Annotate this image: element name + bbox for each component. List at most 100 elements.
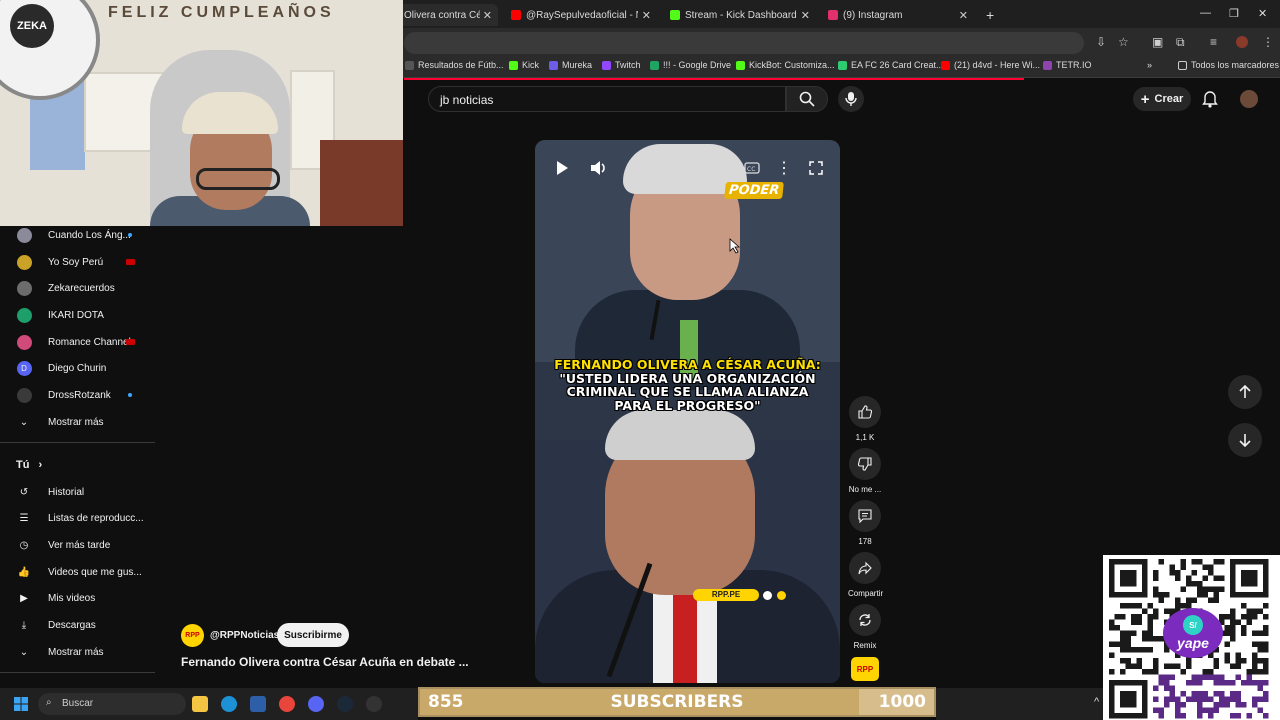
- tab-instagram[interactable]: (9) Instagram ✕: [822, 4, 974, 26]
- account-avatar[interactable]: [1240, 90, 1258, 108]
- chevron-up-icon[interactable]: ^: [1094, 696, 1099, 708]
- close-icon[interactable]: ✕: [959, 9, 968, 22]
- bookmark-star-icon[interactable]: ☆: [1118, 35, 1129, 49]
- comment-count: 178: [858, 537, 872, 546]
- sidebar-item-drossrotzank[interactable]: DrossRotzank: [0, 382, 155, 408]
- windows-start-icon[interactable]: [14, 697, 28, 711]
- watermark-dot: [763, 591, 772, 600]
- channel-handle[interactable]: @RPPNoticias: [210, 630, 279, 641]
- discord-icon[interactable]: [308, 696, 324, 712]
- search-button[interactable]: [786, 86, 828, 112]
- bookmark-tetrio[interactable]: TETR.IO: [1043, 60, 1092, 70]
- share-button[interactable]: Compartir: [848, 552, 883, 598]
- bookmark-kickbot[interactable]: KickBot: Customiza...: [736, 60, 835, 70]
- edge-icon[interactable]: [221, 696, 237, 712]
- address-bar[interactable]: [404, 32, 1084, 54]
- subscriber-goal-bar: SUBSCRIBERS 855 1000: [418, 687, 936, 717]
- sidebar-item-romance-channel[interactable]: Romance Channel: [0, 329, 155, 355]
- sidebar-item-history[interactable]: ↺ Historial: [0, 479, 155, 505]
- obs-icon[interactable]: [366, 696, 382, 712]
- fullscreen-button[interactable]: [804, 156, 828, 180]
- sidebar-item-ikari-dota[interactable]: IKARI DOTA: [0, 302, 155, 328]
- profile-icon[interactable]: [1236, 36, 1248, 48]
- remix-button[interactable]: Remix: [848, 604, 882, 650]
- search-icon: [799, 91, 815, 107]
- dislike-button[interactable]: No me ...: [848, 448, 882, 494]
- shorts-player[interactable]: PODER FERNANDO OLIVERA A CÉSAR ACUÑA: "U…: [535, 140, 840, 683]
- mouse-cursor-icon: [728, 238, 741, 259]
- show-more-subscriptions[interactable]: ⌄ Mostrar más: [0, 409, 155, 435]
- store-icon[interactable]: [250, 696, 266, 712]
- channel-avatar: [16, 254, 32, 270]
- volume-button[interactable]: [587, 156, 611, 180]
- play-button[interactable]: [550, 156, 574, 180]
- menu-icon[interactable]: ⋮: [1262, 35, 1274, 49]
- install-app-icon[interactable]: ⇩: [1096, 35, 1106, 49]
- more-options-button[interactable]: ⋮: [772, 156, 796, 180]
- voice-search-button[interactable]: [838, 86, 864, 112]
- create-label: Crear: [1154, 93, 1184, 105]
- channel-avatar: [16, 280, 32, 296]
- notifications-button[interactable]: [1202, 90, 1218, 113]
- steam-icon[interactable]: [337, 696, 353, 712]
- chrome-icon[interactable]: [279, 696, 295, 712]
- search-input[interactable]: jb noticias: [428, 86, 786, 112]
- sidebar-item-zekarecuerdos[interactable]: Zekarecuerdos: [0, 275, 155, 301]
- previous-short-button[interactable]: [1228, 375, 1262, 409]
- minimize-icon[interactable]: —: [1200, 7, 1211, 19]
- my-videos-icon: ▶: [20, 592, 28, 604]
- rpp-channel-thumb[interactable]: RPP: [851, 657, 879, 681]
- taskbar-search[interactable]: ⌕ Buscar: [38, 693, 186, 715]
- puzzle-icon[interactable]: ⧉: [1176, 35, 1185, 50]
- sidebar-item-yo-soy-peru[interactable]: Yo Soy Perú: [0, 249, 155, 275]
- sidebar-item-downloads[interactable]: ⤓ Descargas: [0, 612, 155, 638]
- tab-youtube-short[interactable]: Olivera contra César ✕: [398, 4, 498, 26]
- bookmark-d4vd[interactable]: (21) d4vd - Here Wi...: [941, 60, 1040, 70]
- streamer-glasses: [196, 168, 280, 190]
- channel-name: Yo Soy Perú: [48, 256, 104, 268]
- sidebar-item-playlists[interactable]: ☰ Listas de reproducc...: [0, 505, 155, 531]
- clock-icon: ◷: [19, 539, 29, 551]
- you-section[interactable]: Tú ›: [16, 459, 42, 471]
- extension-icon[interactable]: ▣: [1152, 35, 1163, 49]
- file-explorer-icon[interactable]: [192, 696, 208, 712]
- microphone-icon: [845, 92, 857, 106]
- sidebar-item-my-videos[interactable]: ▶ Mis videos: [0, 585, 155, 611]
- captions-button[interactable]: CC: [740, 156, 764, 180]
- subscribe-button[interactable]: Suscribirme: [277, 623, 349, 647]
- show-more-you[interactable]: ⌄ Mostrar más: [0, 639, 155, 665]
- channel-avatar[interactable]: RPP: [181, 624, 204, 647]
- maximize-icon[interactable]: ❐: [1229, 7, 1239, 20]
- bookmark-eafc[interactable]: EA FC 26 Card Creat...: [838, 60, 944, 70]
- download-icon: ⤓: [21, 619, 27, 631]
- bookmark-google-drive[interactable]: !!! - Google Drive: [650, 60, 731, 70]
- sidebar-item-watch-later[interactable]: ◷ Ver más tarde: [0, 532, 155, 558]
- closed-captions-icon: CC: [744, 162, 760, 174]
- video-title[interactable]: Fernando Olivera contra César Acuña en d…: [181, 655, 469, 669]
- close-icon[interactable]: ✕: [483, 9, 492, 22]
- next-short-button[interactable]: [1228, 423, 1262, 457]
- all-bookmarks[interactable]: Todos los marcadores: [1178, 60, 1279, 70]
- tab-kick-dashboard[interactable]: Stream - Kick Dashboard ✕: [664, 4, 816, 26]
- comments-button[interactable]: 178: [848, 500, 882, 546]
- bookmark-resultados[interactable]: Resultados de Fútb...: [405, 60, 504, 70]
- new-tab-button[interactable]: +: [980, 4, 1000, 26]
- bookmark-kick[interactable]: Kick: [509, 60, 539, 70]
- create-button[interactable]: + Crear: [1133, 87, 1191, 111]
- bookmark-twitch[interactable]: Twitch: [602, 60, 641, 70]
- like-icon: 👍: [17, 566, 31, 578]
- tab-ray-sepulveda[interactable]: @RaySepulvedaoficial - No Vali ✕: [505, 4, 657, 26]
- playlist-icon: ☰: [19, 512, 29, 524]
- media-icon[interactable]: ≡: [1210, 35, 1217, 49]
- like-button[interactable]: 1,1 K: [848, 396, 882, 442]
- bookmark-mureka[interactable]: Mureka: [549, 60, 592, 70]
- windows-taskbar: ⌕ Buscar: [0, 688, 418, 720]
- sidebar-item-liked-videos[interactable]: 👍 Videos que me gus...: [0, 559, 155, 585]
- sidebar-item-label: Historial: [48, 486, 85, 498]
- close-icon[interactable]: ✕: [642, 9, 651, 22]
- close-window-icon[interactable]: ✕: [1258, 7, 1267, 20]
- more-bookmarks-icon[interactable]: »: [1147, 60, 1152, 70]
- close-icon[interactable]: ✕: [801, 9, 810, 22]
- sidebar-item-diego-churin[interactable]: D Diego Churin: [0, 355, 155, 381]
- screen: Olivera contra César ✕ @RaySepulvedaofic…: [0, 0, 1280, 720]
